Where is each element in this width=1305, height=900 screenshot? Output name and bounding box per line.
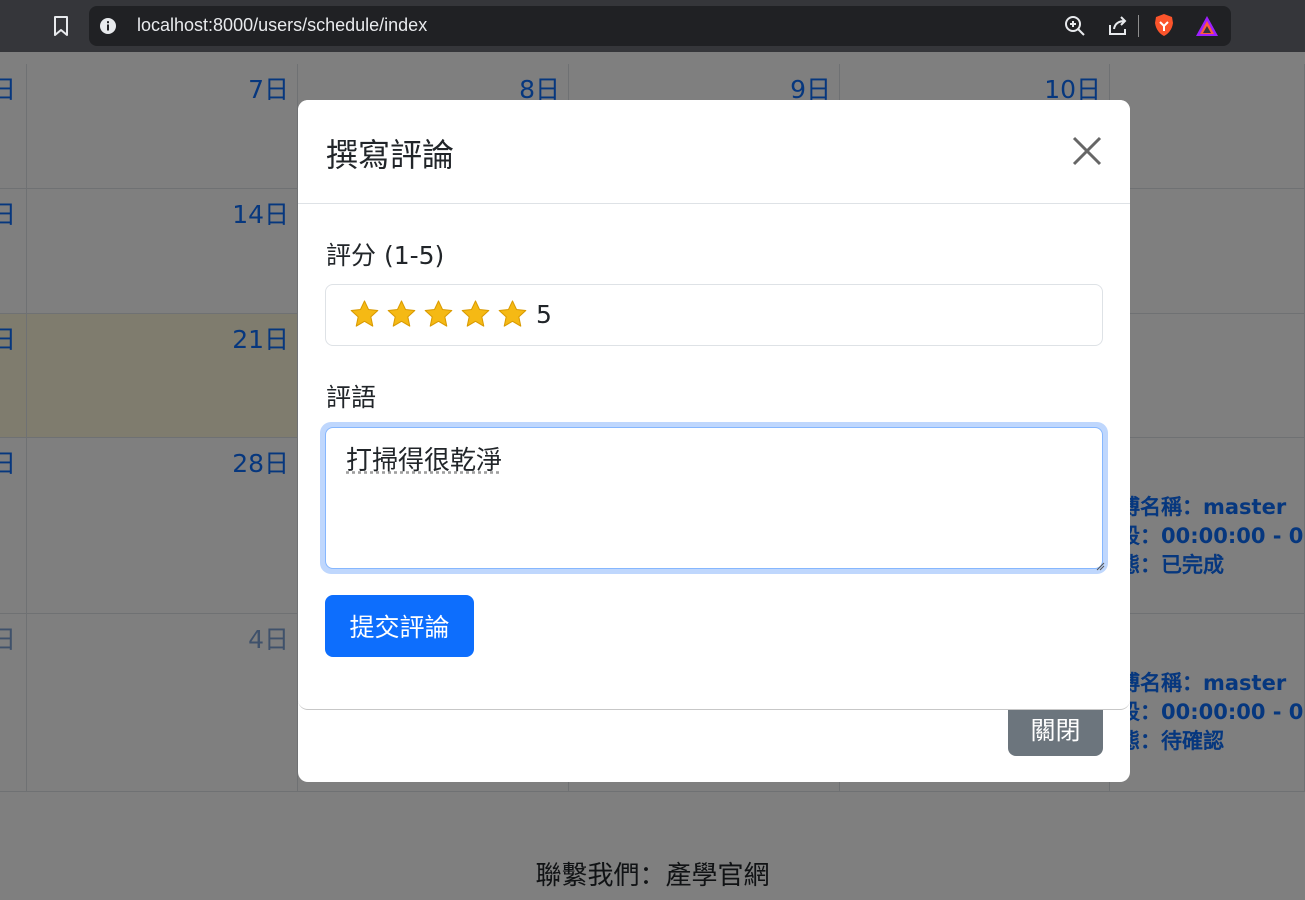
toolbar-separator xyxy=(1138,15,1139,37)
url-text[interactable]: localhost:8000/users/schedule/index xyxy=(137,15,427,36)
close-icon[interactable] xyxy=(1070,134,1104,168)
star-icon[interactable] xyxy=(423,299,454,330)
comment-label: 評語 xyxy=(326,383,377,412)
star-rating[interactable] xyxy=(349,299,528,330)
resize-grip-icon[interactable] xyxy=(1095,561,1105,571)
address-bar[interactable]: localhost:8000/users/schedule/index xyxy=(89,6,1231,46)
rating-value: 5 xyxy=(536,300,552,329)
submit-review-button[interactable]: 提交評論 xyxy=(325,595,474,657)
rating-field[interactable]: 5 xyxy=(325,284,1103,346)
browser-toolbar: localhost:8000/users/schedule/index xyxy=(0,0,1305,52)
brave-shield-icon[interactable] xyxy=(1153,13,1175,37)
star-icon[interactable] xyxy=(497,299,528,330)
modal-header-divider xyxy=(298,203,1130,204)
share-icon[interactable] xyxy=(1107,15,1129,37)
zoom-icon[interactable] xyxy=(1064,15,1086,37)
star-icon[interactable] xyxy=(460,299,491,330)
info-icon[interactable] xyxy=(99,17,117,35)
rewards-triangle-icon[interactable] xyxy=(1195,15,1219,37)
review-modal: 關閉 撰寫評論 評分 (1-5) 5 評語 打掃得很乾淨 提交評論 xyxy=(298,100,1130,782)
rating-label: 評分 (1-5) xyxy=(326,241,445,270)
star-icon[interactable] xyxy=(386,299,417,330)
star-icon[interactable] xyxy=(349,299,380,330)
comment-focus-ring: 打掃得很乾淨 xyxy=(320,422,1108,574)
bookmark-icon[interactable] xyxy=(51,15,71,37)
comment-textarea[interactable]: 打掃得很乾淨 xyxy=(325,427,1103,569)
review-form-panel: 撰寫評論 評分 (1-5) 5 評語 打掃得很乾淨 提交評論 xyxy=(298,100,1130,710)
modal-title: 撰寫評論 xyxy=(326,136,455,174)
